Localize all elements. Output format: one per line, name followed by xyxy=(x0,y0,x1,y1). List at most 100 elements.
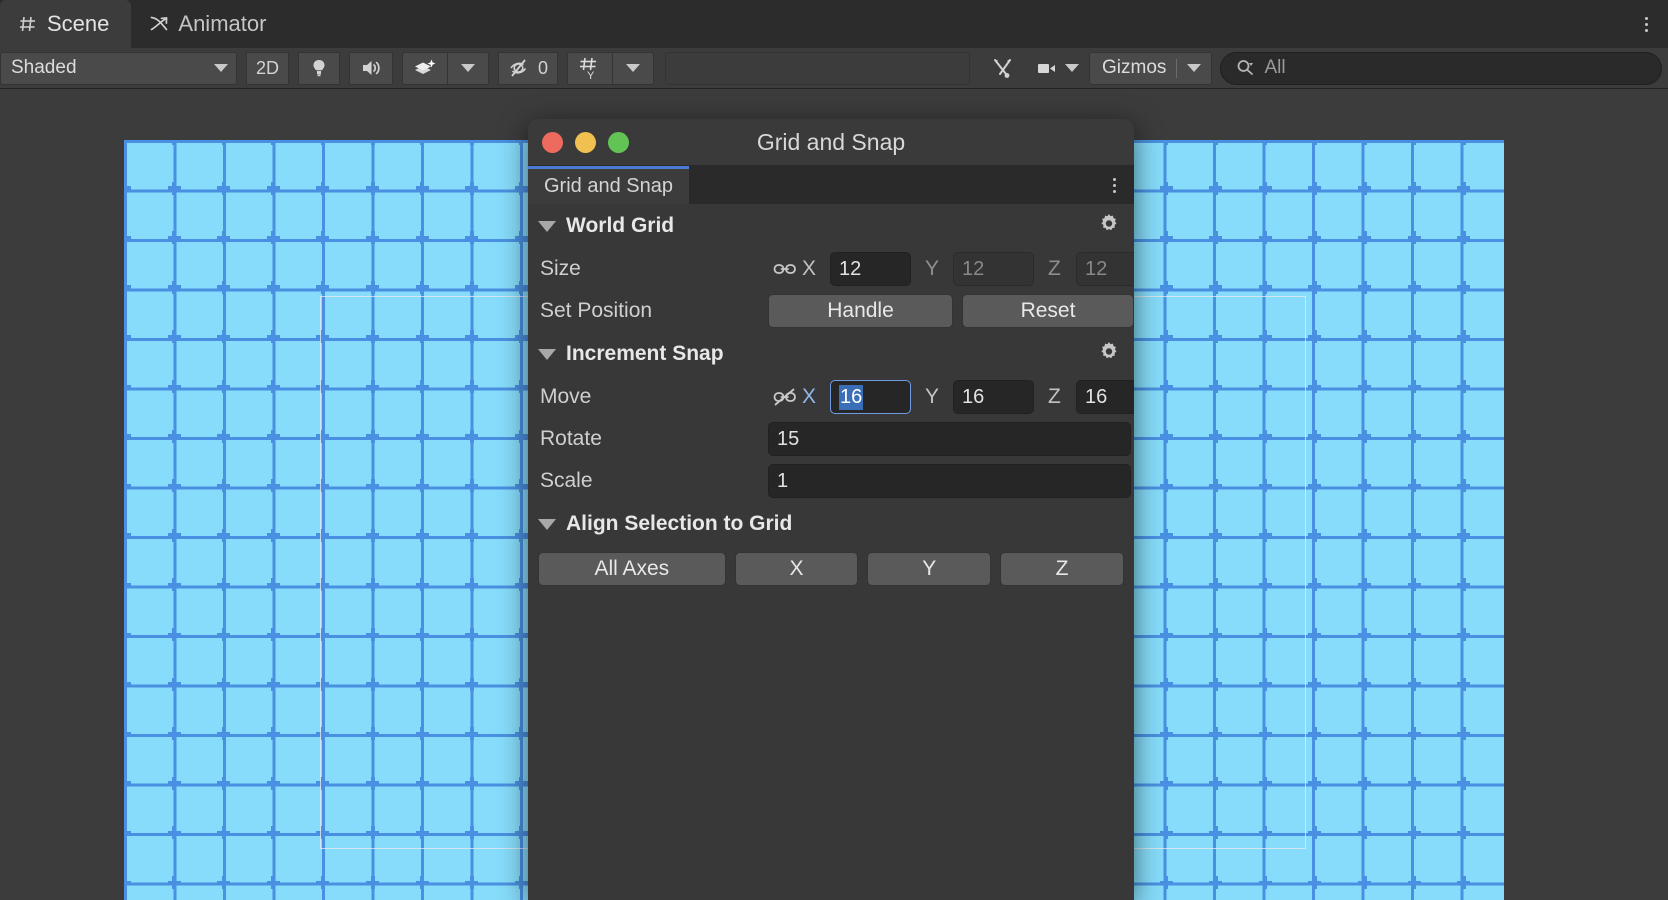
scene-tools-button[interactable] xyxy=(981,51,1026,85)
set-position-handle-button[interactable]: Handle xyxy=(768,294,953,328)
close-window-button[interactable] xyxy=(542,131,563,153)
eye-off-icon xyxy=(508,57,534,79)
grid-marker xyxy=(1308,677,1322,691)
gizmos-control[interactable]: Gizmos xyxy=(1089,51,1213,85)
grid-marker xyxy=(167,181,181,195)
grid-marker xyxy=(1308,776,1322,790)
toolbar-separator xyxy=(489,52,498,85)
foldout-align-selection[interactable]: Align Selection to Grid xyxy=(528,502,1134,546)
grid-marker xyxy=(1308,231,1322,245)
rotate-snap-label: Rotate xyxy=(540,427,602,450)
move-snap-fields: X 16 Y 16 Z 16 xyxy=(768,380,1134,414)
zoom-window-button[interactable] xyxy=(608,131,629,153)
increment-snap-gear-icon[interactable] xyxy=(1098,341,1120,368)
grid-marker xyxy=(1407,479,1421,493)
link-off-icon[interactable] xyxy=(768,386,802,408)
link-icon[interactable] xyxy=(768,259,802,279)
gizmos-dropdown[interactable] xyxy=(1177,64,1211,72)
grid-axis-group: Y xyxy=(567,51,655,85)
scene-camera-group xyxy=(1025,51,1090,85)
align-x-button[interactable]: X xyxy=(734,552,859,586)
grid-marker xyxy=(217,140,231,145)
grid-marker xyxy=(217,280,231,294)
shading-mode-dropdown[interactable]: Shaded xyxy=(0,51,237,85)
grid-marker xyxy=(366,280,379,294)
move-snap-x-input[interactable]: 16 xyxy=(830,380,911,414)
grid-marker xyxy=(1358,578,1371,592)
grid-marker xyxy=(1358,528,1371,542)
set-position-reset-button[interactable]: Reset xyxy=(962,294,1134,328)
scale-snap-input[interactable]: 1 xyxy=(768,464,1131,498)
grid-marker xyxy=(1258,231,1272,245)
scene-camera-button[interactable] xyxy=(1025,51,1090,85)
row-grid-size: Size X 12 Y 12 Z 12 xyxy=(528,248,1134,290)
grid-marker xyxy=(1457,776,1471,790)
align-z-button[interactable]: Z xyxy=(1000,552,1124,586)
svg-text:Y: Y xyxy=(587,70,595,80)
grid-marker xyxy=(217,776,231,790)
editor-more-options-icon[interactable] xyxy=(1624,0,1668,48)
move-snap-y-input[interactable]: 16 xyxy=(953,380,1034,414)
search-input[interactable]: All xyxy=(1264,57,1285,79)
hidden-objects-button[interactable]: 0 xyxy=(498,51,559,85)
toolbar-separator xyxy=(237,52,246,85)
window-body: World Grid Size X 12 Y 12 Z 12 Set Posit… xyxy=(528,204,1134,900)
grid-marker xyxy=(167,140,181,145)
grid-marker xyxy=(217,479,231,493)
rotate-snap-input[interactable]: 15 xyxy=(768,422,1131,456)
grid-axis-button[interactable]: Y xyxy=(567,51,613,85)
grid-size-y-input[interactable]: 12 xyxy=(953,252,1034,286)
grid-marker xyxy=(1308,429,1322,443)
grid-marker xyxy=(1308,479,1322,493)
triangle-down-icon xyxy=(538,518,556,530)
grid-marker xyxy=(1209,140,1223,145)
grid-marker xyxy=(1457,330,1471,344)
grid-marker xyxy=(266,231,280,245)
grid-marker xyxy=(167,380,181,393)
toolbar-separator xyxy=(340,52,349,85)
minimize-window-button[interactable] xyxy=(575,131,596,153)
grid-hash-icon xyxy=(18,14,38,34)
grid-marker xyxy=(124,181,131,195)
toggle-2d-button[interactable]: 2D xyxy=(246,51,290,85)
align-y-button[interactable]: Y xyxy=(867,552,992,586)
effects-layers-icon xyxy=(412,57,438,79)
grid-marker xyxy=(1159,280,1173,294)
align-all-axes-button[interactable]: All Axes xyxy=(538,552,726,586)
tab-animator[interactable]: Animator xyxy=(131,0,288,48)
tab-animator-label: Animator xyxy=(178,11,267,36)
grid-marker xyxy=(217,429,231,443)
grid-size-y-axis-label: Y xyxy=(925,257,940,280)
grid-marker xyxy=(1358,677,1371,691)
scene-lighting-button[interactable] xyxy=(298,51,341,85)
grid-axis-dropdown[interactable] xyxy=(612,51,655,85)
grid-marker xyxy=(1457,876,1471,889)
grid-and-snap-window[interactable]: Grid and Snap Grid and Snap World Grid S… xyxy=(528,119,1134,900)
grid-marker xyxy=(1457,429,1471,443)
row-set-position: Set Position Handle Reset xyxy=(528,290,1134,332)
tab-scene[interactable]: Scene xyxy=(0,0,132,48)
scene-fx-button[interactable] xyxy=(402,51,448,85)
move-snap-z-input[interactable]: 16 xyxy=(1076,380,1134,414)
grid-size-z-input[interactable]: 12 xyxy=(1076,252,1134,286)
tab-grid-and-snap[interactable]: Grid and Snap xyxy=(528,166,689,204)
scene-audio-button[interactable] xyxy=(349,51,394,85)
grid-marker xyxy=(514,140,528,145)
scene-search-field[interactable]: All xyxy=(1220,51,1662,85)
grid-marker xyxy=(266,677,280,691)
grid-marker xyxy=(1457,140,1471,145)
move-snap-label: Move xyxy=(540,385,592,408)
window-title-bar[interactable]: Grid and Snap xyxy=(528,119,1134,166)
grid-marker xyxy=(1358,776,1371,790)
foldout-increment-snap[interactable]: Increment Snap xyxy=(528,332,1134,376)
grid-marker xyxy=(1159,140,1173,145)
window-more-options-icon[interactable] xyxy=(1113,166,1134,204)
scene-fx-dropdown[interactable] xyxy=(447,51,490,85)
move-snap-x-selected-text: 16 xyxy=(839,384,864,410)
world-grid-gear-icon[interactable] xyxy=(1098,213,1120,240)
grid-marker xyxy=(1407,429,1421,443)
grid-marker xyxy=(1457,528,1471,542)
grid-size-x-input[interactable]: 12 xyxy=(830,252,911,286)
set-position-label: Set Position xyxy=(540,299,653,322)
foldout-world-grid[interactable]: World Grid xyxy=(528,204,1134,248)
